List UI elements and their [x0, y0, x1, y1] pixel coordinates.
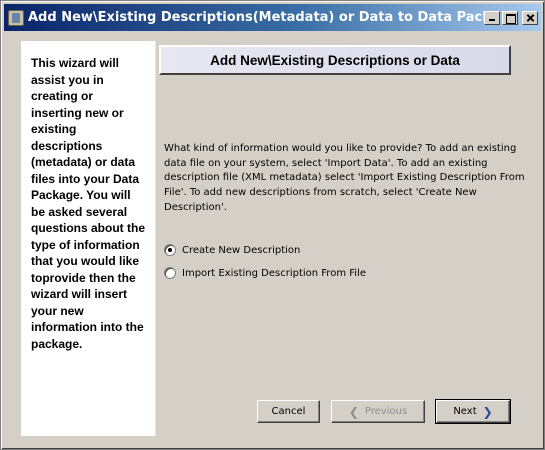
maximize-button[interactable] [502, 10, 518, 25]
previous-label: Previous [364, 406, 408, 417]
step-description: What kind of information would you like … [164, 143, 525, 213]
next-button[interactable]: Next ❯ [435, 399, 511, 424]
step-title: Add New\Existing Descriptions or Data [210, 52, 460, 68]
minimize-button[interactable] [484, 10, 500, 25]
wizard-window: Add New\Existing Descriptions(Metadata) … [0, 0, 545, 450]
sidebar-help-text: This wizard will assist you in creating … [31, 56, 145, 351]
window-title: Add New\Existing Descriptions(Metadata) … [28, 10, 484, 25]
step-header: Add New\Existing Descriptions or Data [159, 45, 511, 75]
previous-button[interactable]: ❮ Previous [331, 400, 425, 423]
radio-import-existing[interactable] [164, 267, 176, 279]
cancel-button[interactable]: Cancel [257, 400, 320, 423]
radio-create-new[interactable] [164, 244, 176, 256]
app-icon [8, 9, 24, 26]
next-label: Next [453, 406, 477, 417]
chevron-left-icon: ❮ [348, 404, 359, 419]
title-bar[interactable]: Add New\Existing Descriptions(Metadata) … [4, 4, 541, 31]
close-button[interactable] [522, 10, 538, 25]
cancel-label: Cancel [271, 406, 306, 417]
option-create-new[interactable]: Create New Description [164, 244, 300, 256]
chevron-right-icon: ❯ [482, 404, 493, 419]
option-import-existing[interactable]: Import Existing Description From File [164, 267, 366, 279]
window-controls [484, 10, 538, 25]
option-label: Import Existing Description From File [182, 267, 366, 279]
wizard-sidebar: This wizard will assist you in creating … [21, 41, 156, 436]
option-label: Create New Description [182, 244, 301, 256]
